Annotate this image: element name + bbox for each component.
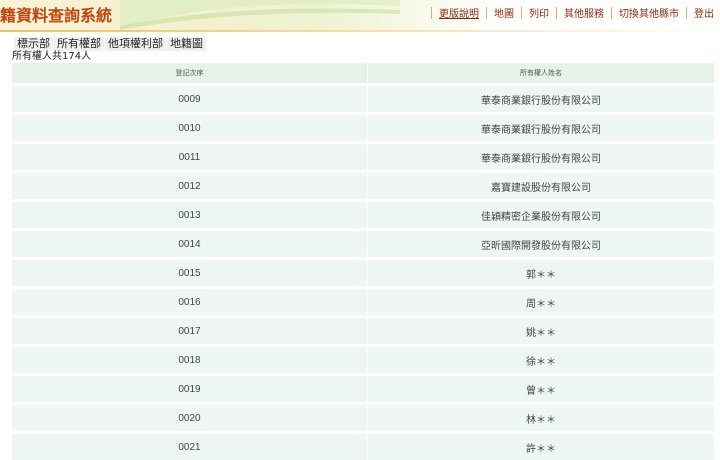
nav-divider	[521, 7, 522, 19]
owner-name-cell: 郭＊＊	[368, 259, 715, 288]
page-header: 籍資料查詢系統 更版說明 地圖 列印 其他服務 切換其他縣市 登出	[0, 0, 720, 30]
app-title: 籍資料查詢系統	[0, 2, 112, 26]
seq-cell: 0021	[12, 433, 368, 460]
top-nav: 更版說明 地圖 列印 其他服務 切換其他縣市 登出	[424, 5, 714, 20]
table-row: 0009華泰商業銀行股份有限公司	[12, 85, 715, 114]
table-row: 0012嘉寶建設股份有限公司	[12, 172, 715, 201]
owner-count-text: 所有權人共174人	[0, 51, 720, 63]
owner-name-cell: 華泰商業銀行股份有限公司	[368, 143, 715, 172]
seq-cell: 0010	[12, 114, 368, 143]
nav-other-services-link[interactable]: 其他服務	[564, 5, 604, 20]
nav-divider	[556, 7, 557, 19]
owner-name-cell: 曾＊＊	[368, 375, 715, 404]
owners-table: 登記次序 所有權人姓名 0009華泰商業銀行股份有限公司 0010華泰商業銀行股…	[12, 63, 715, 460]
seq-cell: 0020	[12, 404, 368, 433]
table-row: 0020林＊＊	[12, 404, 715, 433]
table-row: 0015郭＊＊	[12, 259, 715, 288]
column-header-seq: 登記次序	[12, 63, 368, 85]
nav-print-link[interactable]: 列印	[529, 5, 549, 20]
owner-name-cell: 周＊＊	[368, 288, 715, 317]
seq-cell: 0011	[12, 143, 368, 172]
nav-map-link[interactable]: 地圖	[494, 5, 514, 20]
owner-name-cell: 林＊＊	[368, 404, 715, 433]
seq-cell: 0019	[12, 375, 368, 404]
tab-ownership[interactable]: 所有權部	[54, 37, 105, 51]
seq-cell: 0012	[12, 172, 368, 201]
table-row: 0011華泰商業銀行股份有限公司	[12, 143, 715, 172]
seq-cell: 0017	[12, 317, 368, 346]
table-row: 0010華泰商業銀行股份有限公司	[12, 114, 715, 143]
owner-name-cell: 嘉寶建設股份有限公司	[368, 172, 715, 201]
owner-name-cell: 姚＊＊	[368, 317, 715, 346]
nav-divider	[611, 7, 612, 19]
table-row: 0017姚＊＊	[12, 317, 715, 346]
seq-cell: 0009	[12, 85, 368, 114]
nav-divider	[686, 7, 687, 19]
owner-name-cell: 佳穎精密企業股份有限公司	[368, 201, 715, 230]
nav-update-notes-link[interactable]: 更版說明	[439, 5, 479, 20]
header-swoosh-graphic	[120, 0, 400, 30]
seq-cell: 0018	[12, 346, 368, 375]
nav-switch-county-link[interactable]: 切換其他縣市	[619, 5, 679, 20]
owner-name-cell: 徐＊＊	[368, 346, 715, 375]
tab-land-marking[interactable]: 標示部	[14, 37, 54, 51]
section-tabs: 標示部 所有權部 他項權利部 地籍圖	[0, 37, 720, 51]
table-row: 0013佳穎精密企業股份有限公司	[12, 201, 715, 230]
seq-cell: 0016	[12, 288, 368, 317]
seq-cell: 0015	[12, 259, 368, 288]
owner-name-cell: 許＊＊	[368, 433, 715, 460]
nav-logout-link[interactable]: 登出	[694, 5, 714, 20]
tab-cadastral-map[interactable]: 地籍圖	[167, 37, 207, 51]
owner-name-cell: 華泰商業銀行股份有限公司	[368, 85, 715, 114]
table-row: 0014亞昕國際開發股份有限公司	[12, 230, 715, 259]
seq-cell: 0014	[12, 230, 368, 259]
column-header-owner-name: 所有權人姓名	[368, 63, 715, 85]
nav-divider	[431, 7, 432, 19]
table-row: 0016周＊＊	[12, 288, 715, 317]
table-header-row: 登記次序 所有權人姓名	[12, 63, 715, 85]
owner-name-cell: 華泰商業銀行股份有限公司	[368, 114, 715, 143]
tab-other-rights[interactable]: 他項權利部	[105, 37, 167, 51]
table-row: 0019曾＊＊	[12, 375, 715, 404]
seq-cell: 0013	[12, 201, 368, 230]
header-divider	[0, 30, 720, 32]
owner-name-cell: 亞昕國際開發股份有限公司	[368, 230, 715, 259]
table-row: 0021許＊＊	[12, 433, 715, 460]
nav-divider	[486, 7, 487, 19]
table-row: 0018徐＊＊	[12, 346, 715, 375]
